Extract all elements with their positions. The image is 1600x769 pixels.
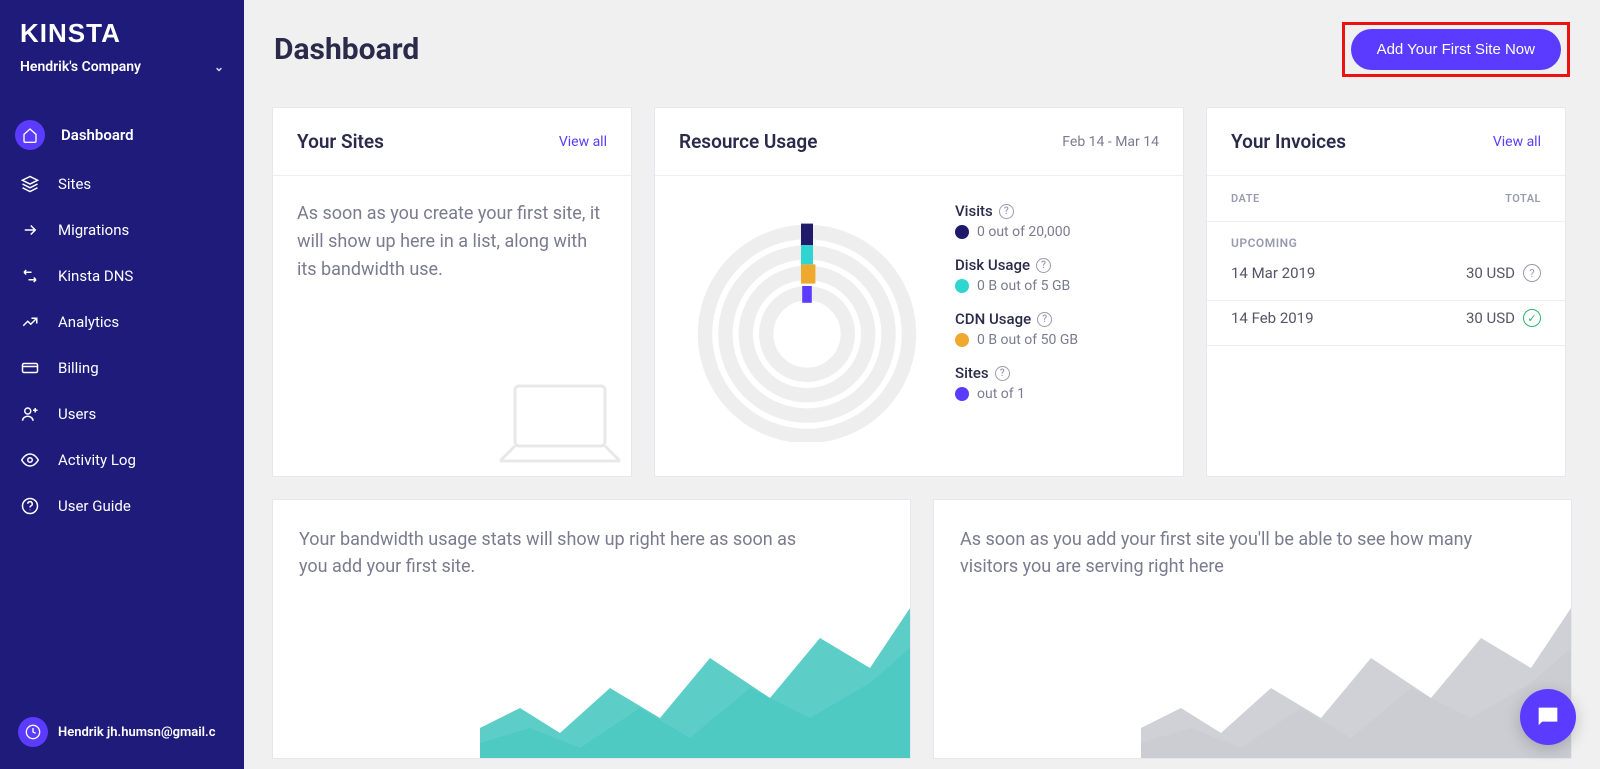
visitors-card: As soon as you add your first site you'l…	[933, 499, 1572, 759]
your-sites-card: Your Sites View all As soon as you creat…	[272, 107, 632, 477]
card-title: Your Invoices	[1231, 130, 1346, 153]
nav-label: Analytics	[58, 313, 119, 331]
user-email: Hendrik jh.humsn@gmail.c	[58, 725, 216, 740]
help-icon[interactable]: ?	[1037, 312, 1052, 327]
invoice-total: 30 USD	[1466, 309, 1515, 327]
user-menu[interactable]: Hendrik jh.humsn@gmail.c	[0, 703, 244, 769]
home-icon	[15, 120, 45, 150]
add-site-button[interactable]: Add Your First Site Now	[1351, 29, 1561, 70]
nav-dns[interactable]: Kinsta DNS	[0, 253, 244, 299]
view-all-invoices-link[interactable]: View all	[1493, 134, 1541, 150]
area-chart-placeholder	[1141, 588, 1571, 758]
nav-activity[interactable]: Activity Log	[0, 437, 244, 483]
dot-icon	[955, 225, 969, 239]
help-icon	[18, 494, 42, 518]
nav-analytics[interactable]: Analytics	[0, 299, 244, 345]
nav-sites[interactable]: Sites	[0, 161, 244, 207]
nav-label: Users	[58, 405, 96, 423]
nav-migrations[interactable]: Migrations	[0, 207, 244, 253]
invoice-row[interactable]: 14 Feb 2019 30 USD ✓	[1207, 301, 1565, 346]
nav-label: Activity Log	[58, 451, 136, 469]
legend-visits: Visits? 0 out of 20,000	[955, 202, 1161, 240]
invoices-card: Your Invoices View all DATE TOTAL UPCOMI…	[1206, 107, 1566, 477]
add-site-highlight: Add Your First Site Now	[1342, 22, 1570, 77]
help-icon[interactable]: ?	[999, 204, 1014, 219]
nav-label: Migrations	[58, 221, 129, 239]
billing-icon	[18, 356, 42, 380]
help-icon[interactable]: ?	[1523, 264, 1541, 282]
nav-billing[interactable]: Billing	[0, 345, 244, 391]
chevron-down-icon: ⌄	[214, 60, 224, 74]
nav-label: User Guide	[58, 497, 131, 515]
check-icon: ✓	[1523, 309, 1541, 327]
invoice-upcoming-label: UPCOMING	[1207, 222, 1565, 256]
header: Dashboard Add Your First Site Now	[244, 0, 1600, 107]
avatar	[18, 717, 48, 747]
users-icon	[18, 402, 42, 426]
nav-label: Sites	[58, 175, 91, 193]
nav-label: Dashboard	[61, 126, 134, 144]
chat-button[interactable]	[1520, 689, 1576, 745]
nav-dashboard[interactable]: Dashboard	[0, 109, 244, 161]
sidebar: KINSTA Hendrik's Company ⌄ Dashboard Sit…	[0, 0, 244, 769]
date-range: Feb 14 - Mar 14	[1062, 134, 1159, 150]
migration-icon	[18, 218, 42, 242]
eye-icon	[18, 448, 42, 472]
legend-sites: Sites? out of 1	[955, 364, 1161, 402]
analytics-icon	[18, 310, 42, 334]
radial-chart	[677, 196, 937, 448]
legend-cdn: CDN Usage? 0 B out of 50 GB	[955, 310, 1161, 348]
nav-guide[interactable]: User Guide	[0, 483, 244, 529]
resource-usage-card: Resource Usage Feb 14 - Mar 14	[654, 107, 1184, 477]
help-icon[interactable]: ?	[1036, 258, 1051, 273]
main: Dashboard Add Your First Site Now Your S…	[244, 0, 1600, 769]
sites-empty-text: As soon as you create your first site, i…	[297, 200, 607, 284]
resource-legend: Visits? 0 out of 20,000 Disk Usage? 0 B …	[955, 196, 1161, 448]
view-all-sites-link[interactable]: View all	[559, 134, 607, 150]
dot-icon	[955, 333, 969, 347]
nav: Dashboard Sites Migrations Kinsta DNS	[0, 95, 244, 703]
company-name: Hendrik's Company	[20, 59, 141, 75]
invoice-row[interactable]: 14 Mar 2019 30 USD?	[1207, 256, 1565, 301]
invoice-date: 14 Feb 2019	[1231, 309, 1314, 327]
nav-users[interactable]: Users	[0, 391, 244, 437]
dot-icon	[955, 387, 969, 401]
bandwidth-empty-text: Your bandwidth usage stats will show up …	[299, 526, 819, 580]
laptop-icon	[495, 376, 625, 476]
legend-disk: Disk Usage? 0 B out of 5 GB	[955, 256, 1161, 294]
nav-label: Kinsta DNS	[58, 267, 133, 285]
visitors-empty-text: As soon as you add your first site you'l…	[960, 526, 1480, 580]
bandwidth-card: Your bandwidth usage stats will show up …	[272, 499, 911, 759]
brand-logo: KINSTA	[0, 0, 244, 59]
invoice-total: 30 USD	[1466, 264, 1515, 282]
invoice-date: 14 Mar 2019	[1231, 264, 1315, 282]
page-title: Dashboard	[274, 32, 419, 67]
card-title: Your Sites	[297, 130, 384, 153]
nav-label: Billing	[58, 359, 99, 377]
layers-icon	[18, 172, 42, 196]
company-switcher[interactable]: Hendrik's Company ⌄	[0, 59, 244, 95]
card-title: Resource Usage	[679, 130, 817, 153]
area-chart-placeholder	[480, 588, 910, 758]
help-icon[interactable]: ?	[995, 366, 1010, 381]
invoice-columns: DATE TOTAL	[1207, 176, 1565, 222]
dns-icon	[18, 264, 42, 288]
dot-icon	[955, 279, 969, 293]
